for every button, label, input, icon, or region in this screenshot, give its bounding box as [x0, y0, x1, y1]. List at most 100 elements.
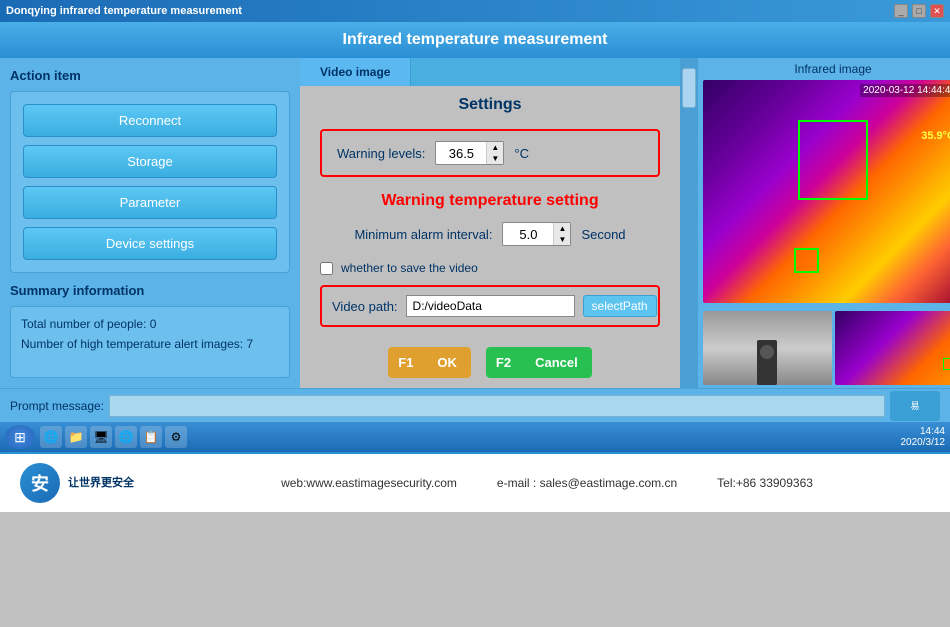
taskbar-item-2[interactable]: 📁	[65, 426, 87, 448]
spinbox-buttons-2: ▲ ▼	[553, 223, 570, 245]
footer-logo-circle: 安	[20, 463, 60, 503]
video-path-box: Video path: selectPath	[320, 285, 660, 327]
window-title: Donqying infrared temperature measuremen…	[6, 5, 242, 17]
cancel-button[interactable]: F2 Cancel	[486, 347, 592, 378]
taskbar-clock: 14:44 2020/3/12	[901, 426, 946, 448]
alarm-interval-unit: Second	[581, 227, 625, 242]
alarm-interval-row: Minimum alarm interval: 5.0 ▲ ▼ Second	[354, 222, 625, 246]
video-path-label: Video path:	[332, 299, 398, 314]
taskbar-time: 14:44	[901, 426, 946, 437]
footer-info: web:www.eastimagesecurity.com e-mail : s…	[164, 476, 930, 490]
minimize-button[interactable]: _	[894, 4, 908, 18]
parameter-button[interactable]: Parameter	[23, 186, 277, 219]
warning-levels-box: Warning levels: 36.5 ▲ ▼ °C	[320, 129, 660, 177]
close-button[interactable]: ✕	[930, 4, 944, 18]
prompt-logo: 易	[890, 391, 940, 421]
video-path-input[interactable]	[406, 295, 575, 317]
footer-logo-text: 让世界更安全	[68, 476, 134, 490]
cancel-label: Cancel	[521, 347, 592, 378]
right-panel: Infrared image 2020-03-12 14:44:42 35.9°…	[698, 58, 950, 388]
taskbar-item-1[interactable]: 🌐	[40, 426, 62, 448]
action-item-title: Action item	[10, 68, 290, 83]
warning-levels-label: Warning levels:	[337, 146, 425, 161]
footer: 安 让世界更安全 web:www.eastimagesecurity.com e…	[0, 452, 950, 512]
taskbar: ⊞ 🌐 📁 🖥 🌐 📋 ⚙ 14:44 2020/3/12	[0, 422, 950, 452]
start-button[interactable]: ⊞	[5, 425, 35, 449]
maximize-button[interactable]: □	[912, 4, 926, 18]
save-video-checkbox[interactable]	[320, 262, 333, 275]
ok-label: OK	[423, 347, 471, 378]
thumb-head-1	[760, 345, 774, 359]
total-people-line: Total number of people: 0	[21, 317, 279, 331]
warning-temp-setting: Warning temperature setting	[381, 192, 598, 210]
prompt-input[interactable]	[109, 395, 885, 417]
taskbar-items: 🌐 📁 🖥 🌐 📋 ⚙	[40, 426, 901, 448]
thermal-temp-badge: 35.9°C	[921, 130, 950, 142]
spinbox-buttons: ▲ ▼	[486, 142, 503, 164]
summary-title: Summary information	[10, 283, 290, 298]
device-settings-button[interactable]: Device settings	[23, 227, 277, 260]
warning-levels-input[interactable]: 36.5	[436, 144, 486, 163]
taskbar-item-4[interactable]: 🌐	[115, 426, 137, 448]
taskbar-right: 14:44 2020/3/12	[901, 426, 946, 448]
high-temp-label: Number of high temperature alert images:	[21, 337, 243, 351]
settings-form: Settings Warning levels: 36.5 ▲ ▼ °C	[320, 96, 660, 378]
face-detection-box	[798, 120, 868, 200]
thumb-bg-2	[835, 311, 950, 385]
alarm-interval-label: Minimum alarm interval:	[354, 227, 492, 242]
infrared-image-title: Infrared image	[698, 58, 950, 80]
thumb-detection-2	[943, 358, 950, 370]
scroll-thumb[interactable]	[682, 68, 696, 108]
prompt-label: Prompt message:	[10, 399, 104, 413]
center-panel: Video image Settings Warning levels: 36.…	[300, 58, 680, 388]
action-item-section: Reconnect Storage Parameter Device setti…	[10, 91, 290, 273]
app-header: Infrared temperature measurement	[0, 22, 950, 58]
tab-video-image[interactable]: Video image	[300, 58, 411, 86]
spinbox-up-button-2[interactable]: ▲	[554, 223, 570, 234]
high-temp-line: Number of high temperature alert images:…	[21, 337, 279, 351]
warning-levels-spinbox[interactable]: 36.5 ▲ ▼	[435, 141, 504, 165]
spinbox-up-button[interactable]: ▲	[487, 142, 503, 153]
left-panel: Action item Reconnect Storage Parameter …	[0, 58, 300, 388]
thermal-timestamp: 2020-03-12 14:44:42	[860, 84, 950, 97]
storage-button[interactable]: Storage	[23, 145, 277, 178]
footer-phone: Tel:+86 33909363	[717, 476, 813, 490]
total-people-value: 0	[150, 317, 157, 331]
thumbnail-row	[698, 308, 950, 388]
settings-title: Settings	[458, 96, 521, 114]
alarm-interval-spinbox[interactable]: 5.0 ▲ ▼	[502, 222, 571, 246]
taskbar-item-6[interactable]: ⚙	[165, 426, 187, 448]
taskbar-item-3[interactable]: 🖥	[90, 426, 112, 448]
app-title: Infrared temperature measurement	[343, 31, 608, 49]
total-people-label: Total number of people:	[21, 317, 146, 331]
alarm-interval-input[interactable]: 5.0	[503, 225, 553, 244]
taskbar-date: 2020/3/12	[901, 437, 946, 448]
prompt-bar: Prompt message: 易	[0, 388, 950, 422]
thumb-person-1	[757, 340, 777, 385]
footer-website: web:www.eastimagesecurity.com	[281, 476, 457, 490]
reconnect-button[interactable]: Reconnect	[23, 104, 277, 137]
taskbar-item-5[interactable]: 📋	[140, 426, 162, 448]
prompt-logo-text: 易	[910, 399, 919, 412]
small-detection-box	[794, 248, 819, 273]
summary-section: Total number of people: 0 Number of high…	[10, 306, 290, 378]
save-video-label: whether to save the video	[341, 261, 478, 275]
footer-logo: 安 让世界更安全	[20, 463, 134, 503]
spinbox-down-button[interactable]: ▼	[487, 153, 503, 164]
save-video-row: whether to save the video	[320, 261, 660, 275]
main-area: Action item Reconnect Storage Parameter …	[0, 58, 950, 388]
action-buttons: F1 OK F2 Cancel	[388, 347, 591, 378]
ok-f-key: F1	[388, 347, 423, 378]
high-temp-value: 7	[246, 337, 253, 351]
spinbox-down-button-2[interactable]: ▼	[554, 234, 570, 245]
thermal-image-container: 2020-03-12 14:44:42 35.9°C	[703, 80, 950, 303]
tab-bar: Video image	[300, 58, 680, 86]
center-with-scroll: Video image Settings Warning levels: 36.…	[300, 58, 698, 388]
thumbnail-2	[835, 311, 950, 385]
thumbnail-1	[703, 311, 832, 385]
footer-email: e-mail : sales@eastimage.com.cn	[497, 476, 677, 490]
window-controls: _ □ ✕	[894, 4, 944, 18]
ok-button[interactable]: F1 OK	[388, 347, 471, 378]
cancel-f-key: F2	[486, 347, 521, 378]
select-path-button[interactable]: selectPath	[583, 295, 657, 317]
